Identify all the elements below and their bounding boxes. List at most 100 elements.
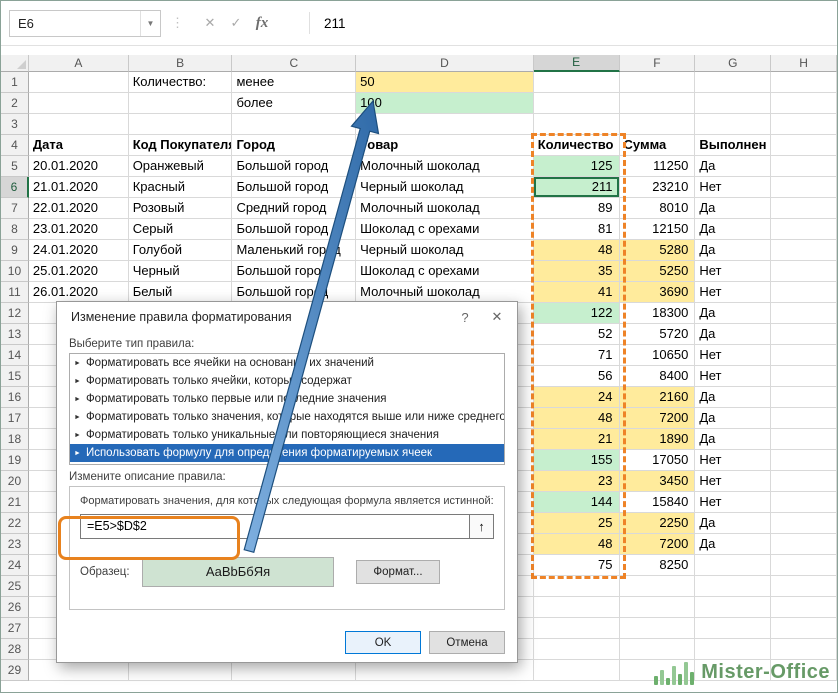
cell-H15[interactable] [771,366,837,387]
cell-E29[interactable] [534,660,620,681]
cell-D6[interactable]: Черный шоколад [356,177,534,198]
cell-H4[interactable] [771,135,837,156]
cell-A11[interactable]: 26.01.2020 [29,282,129,303]
cell-G11[interactable]: Нет [695,282,771,303]
cell-F24[interactable]: 8250 [620,555,696,576]
cell-E28[interactable] [534,639,620,660]
column-header-E[interactable]: E [534,55,620,72]
cell-H2[interactable] [771,93,837,114]
cell-E15[interactable]: 56 [534,366,620,387]
cell-C6[interactable]: Большой город [232,177,356,198]
cell-B9[interactable]: Голубой [129,240,233,261]
cell-B1[interactable]: Количество: [129,72,233,93]
cell-E19[interactable]: 155 [534,450,620,471]
row-header-7[interactable]: 7 [1,198,29,219]
row-header-13[interactable]: 13 [1,324,29,345]
cell-A1[interactable] [29,72,129,93]
row-header-18[interactable]: 18 [1,429,29,450]
cell-F20[interactable]: 3450 [620,471,696,492]
cell-F27[interactable] [620,618,696,639]
cell-G2[interactable] [695,93,771,114]
row-header-11[interactable]: 11 [1,282,29,303]
cell-C10[interactable]: Большой город [232,261,356,282]
cell-A5[interactable]: 20.01.2020 [29,156,129,177]
row-header-5[interactable]: 5 [1,156,29,177]
cell-G16[interactable]: Да [695,387,771,408]
cancel-button[interactable]: Отмена [429,631,505,654]
insert-function-icon[interactable]: fx [249,15,275,32]
cell-F4[interactable]: Сумма [620,135,696,156]
enter-entry-icon[interactable]: ✓ [223,15,249,31]
dialog-close-icon[interactable]: ✕ [481,304,513,330]
cell-A3[interactable] [29,114,129,135]
cell-H13[interactable] [771,324,837,345]
cell-C11[interactable]: Большой город [232,282,356,303]
cell-F19[interactable]: 17050 [620,450,696,471]
cell-H5[interactable] [771,156,837,177]
cell-F26[interactable] [620,597,696,618]
rule-type-item-2[interactable]: ►Форматировать только первые или последн… [70,390,504,408]
cell-G1[interactable] [695,72,771,93]
cell-G20[interactable]: Нет [695,471,771,492]
cell-A4[interactable]: Дата [29,135,129,156]
cell-G3[interactable] [695,114,771,135]
cell-E9[interactable]: 48 [534,240,620,261]
cell-G28[interactable] [695,639,771,660]
column-header-F[interactable]: F [620,55,696,72]
cell-E2[interactable] [534,93,620,114]
cell-E6[interactable]: 211 [534,177,620,198]
row-header-28[interactable]: 28 [1,639,29,660]
cell-H23[interactable] [771,534,837,555]
rule-type-item-0[interactable]: ►Форматировать все ячейки на основании и… [70,354,504,372]
rule-type-item-3[interactable]: ►Форматировать только значения, которые … [70,408,504,426]
cell-F6[interactable]: 23210 [620,177,696,198]
row-header-16[interactable]: 16 [1,387,29,408]
cell-F17[interactable]: 7200 [620,408,696,429]
cell-E5[interactable]: 125 [534,156,620,177]
cell-G14[interactable]: Нет [695,345,771,366]
cell-E17[interactable]: 48 [534,408,620,429]
cell-B5[interactable]: Оранжевый [129,156,233,177]
cell-E3[interactable] [534,114,620,135]
cell-F5[interactable]: 11250 [620,156,696,177]
cell-G21[interactable]: Нет [695,492,771,513]
cancel-entry-icon[interactable]: ✕ [197,15,223,31]
cell-F23[interactable]: 7200 [620,534,696,555]
column-header-G[interactable]: G [695,55,771,72]
row-header-14[interactable]: 14 [1,345,29,366]
cell-F10[interactable]: 5250 [620,261,696,282]
row-header-10[interactable]: 10 [1,261,29,282]
row-header-6[interactable]: 6 [1,177,29,198]
row-header-1[interactable]: 1 [1,72,29,93]
cell-B6[interactable]: Красный [129,177,233,198]
row-header-9[interactable]: 9 [1,240,29,261]
row-header-3[interactable]: 3 [1,114,29,135]
cell-C7[interactable]: Средний город [232,198,356,219]
cell-H27[interactable] [771,618,837,639]
cell-A10[interactable]: 25.01.2020 [29,261,129,282]
cell-F2[interactable] [620,93,696,114]
cell-D29[interactable] [356,660,534,681]
cell-F25[interactable] [620,576,696,597]
row-header-12[interactable]: 12 [1,303,29,324]
row-header-19[interactable]: 19 [1,450,29,471]
cell-C9[interactable]: Маленький город [232,240,356,261]
cell-B7[interactable]: Розовый [129,198,233,219]
rule-type-item-5[interactable]: ►Использовать формулу для определения фо… [70,444,504,462]
row-header-27[interactable]: 27 [1,618,29,639]
cell-C5[interactable]: Большой город [232,156,356,177]
cell-E16[interactable]: 24 [534,387,620,408]
cell-E11[interactable]: 41 [534,282,620,303]
cell-G9[interactable]: Да [695,240,771,261]
cell-E23[interactable]: 48 [534,534,620,555]
cell-H7[interactable] [771,198,837,219]
cell-F16[interactable]: 2160 [620,387,696,408]
cell-F22[interactable]: 2250 [620,513,696,534]
cell-E7[interactable]: 89 [534,198,620,219]
cell-G8[interactable]: Да [695,219,771,240]
column-header-C[interactable]: C [232,55,356,72]
cell-B29[interactable] [129,660,233,681]
cell-B11[interactable]: Белый [129,282,233,303]
cell-G6[interactable]: Нет [695,177,771,198]
cell-D5[interactable]: Молочный шоколад [356,156,534,177]
